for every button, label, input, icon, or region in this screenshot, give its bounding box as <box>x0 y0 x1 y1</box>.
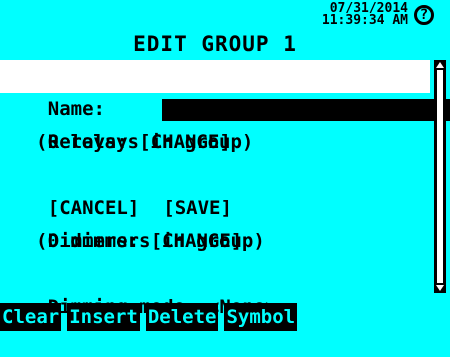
clear-softkey[interactable]: Clear <box>0 303 62 331</box>
form: Name: Relays: [CHANGE] (0 relays in grou… <box>0 60 450 318</box>
scrollbar[interactable] <box>434 60 446 293</box>
dimming-mode-row[interactable]: Dimming mode: <None> <box>0 258 430 318</box>
delete-softkey[interactable]: Delete <box>145 303 219 331</box>
action-row: [CANCEL] [SAVE] <box>0 159 430 219</box>
help-icon[interactable]: ? <box>414 5 434 25</box>
dimmers-count: (0 dimmers in group) <box>36 230 265 252</box>
relays-count: (0 relays in group) <box>36 131 254 153</box>
softkey-bar: Clear Insert Delete Symbol <box>0 303 450 333</box>
scroll-track[interactable] <box>437 70 443 283</box>
name-input[interactable] <box>143 98 450 121</box>
cancel-button[interactable]: [CANCEL] <box>48 197 140 219</box>
symbol-softkey[interactable]: Symbol <box>224 303 298 331</box>
datetime: 07/31/2014 11:39:34 AM <box>321 2 408 28</box>
page-title: EDIT GROUP 1 <box>133 32 297 56</box>
scroll-up-arrow-icon[interactable] <box>436 62 444 68</box>
name-row[interactable]: Name: <box>0 60 450 121</box>
name-label: Name: <box>47 98 105 120</box>
time: 11:39:34 AM <box>321 13 408 28</box>
save-button[interactable]: [SAVE] <box>163 197 232 219</box>
scroll-down-arrow-icon[interactable] <box>436 285 444 291</box>
insert-softkey[interactable]: Insert <box>67 303 140 331</box>
